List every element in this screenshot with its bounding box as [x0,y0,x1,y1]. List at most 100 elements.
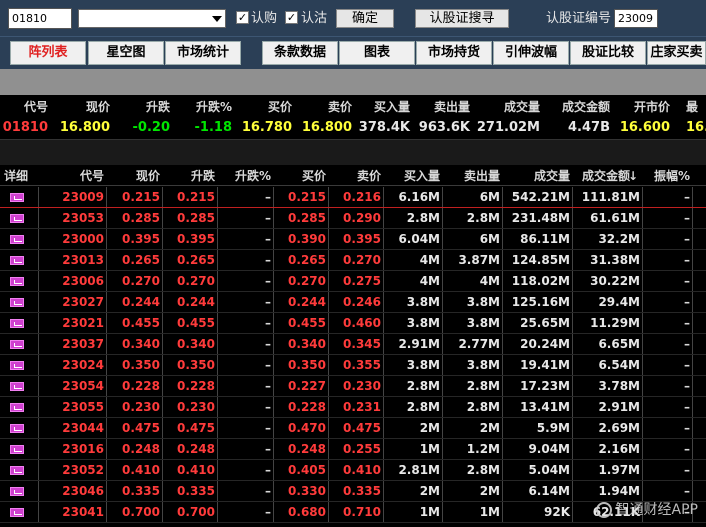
chart-detail-icon[interactable] [10,382,24,391]
table-row[interactable]: 23006 0.270 0.270 – 0.270 0.275 4M 4M 118.02M 30.… [0,271,706,292]
stock-code-input[interactable] [8,8,72,29]
cell-amp: – [684,463,690,477]
column-separator [38,250,39,270]
table-row[interactable]: 23013 0.265 0.265 – 0.265 0.270 4M 3.87M 124.85M… [0,250,706,271]
tab-market-holdings[interactable]: 市场持货 [416,41,492,65]
table-row[interactable]: 23055 0.230 0.230 – 0.228 0.231 2.8M 2.8M 13.41M… [0,397,706,418]
chart-detail-icon[interactable] [10,466,24,475]
table-row[interactable]: 23000 0.395 0.395 – 0.390 0.395 6.04M 6M 86.11M 3… [0,229,706,250]
tab-stock-warrant-compare[interactable]: 股证比较 [570,41,646,65]
column-separator [328,334,329,354]
cell-vol: 9.04M [528,442,570,456]
chart-detail-icon[interactable] [10,508,24,517]
cell-askv: 6M [479,190,500,204]
tab-market-stats[interactable]: 市场统计 [165,41,241,65]
tab-star-map[interactable]: 星空图 [88,41,164,65]
column-separator [383,334,384,354]
chart-detail-icon[interactable] [10,277,24,286]
tab-market-maker[interactable]: 庄家买卖 [647,41,706,65]
column-separator [502,439,503,459]
view-tab-bar: 阵列表 星空图 市场统计 条款数据 图表 市场持货 引伸波幅 股证比较 庄家买卖 [0,36,706,69]
cell-amt: 3.78M [598,379,640,393]
confirm-button[interactable]: 确定 [336,9,394,28]
column-separator [383,439,384,459]
cell-pct: – [265,484,271,498]
chart-detail-icon[interactable] [10,487,24,496]
chart-detail-icon[interactable] [10,340,24,349]
col-code[interactable]: 代号 [40,166,104,185]
column-separator [106,313,107,333]
table-row[interactable]: 23037 0.340 0.340 – 0.340 0.345 2.91M 2.77M 20.2… [0,334,706,355]
cell-amp: – [684,358,690,372]
cell-change: 0.215 [177,190,215,204]
cell-change: 0.410 [177,463,215,477]
table-row[interactable]: 23052 0.410 0.410 – 0.405 0.410 2.81M 2.8M 5.04M… [0,460,706,481]
chevron-down-icon[interactable] [212,16,222,22]
column-separator [642,418,643,438]
chart-detail-icon[interactable] [10,214,24,223]
col-bid-vol[interactable]: 买入量 [385,166,440,185]
column-separator [217,376,218,396]
chart-detail-icon[interactable] [10,424,24,433]
cell-price: 0.395 [122,232,160,246]
col-amplitude[interactable]: 振幅% [644,166,690,185]
col-volume[interactable]: 成交量 [504,166,570,185]
col-change: 升跌 [145,100,170,114]
column-separator [217,271,218,291]
table-row[interactable]: 23027 0.244 0.244 – 0.244 0.246 3.8M 3.8M 125.16… [0,292,706,313]
cell-pct: – [265,316,271,330]
tab-terms-data[interactable]: 条款数据 [262,41,338,65]
column-separator [572,460,573,480]
cell-bid: 0.227 [288,379,326,393]
column-separator [328,229,329,249]
underlying-summary-row[interactable]: 01810 16.800 -0.20 -1.18 16.780 16.800 3… [0,118,706,138]
cell-change: 0.475 [177,421,215,435]
table-row[interactable]: 23009 0.215 0.215 – 0.215 0.216 6.16M 6M 542.21M… [0,187,706,208]
tab-array-list[interactable]: 阵列表 [10,41,86,65]
col-bid[interactable]: 买价 [275,166,326,185]
chart-detail-icon[interactable] [10,298,24,307]
warrant-search-button[interactable]: 认股证搜寻 [415,9,509,28]
underlying-bid: 16.780 [241,120,292,135]
cell-change: 0.335 [177,484,215,498]
chart-detail-icon[interactable] [10,361,24,370]
column-separator [38,397,39,417]
col-price[interactable]: 现价 [108,166,160,185]
table-row[interactable]: 23044 0.475 0.475 – 0.470 0.475 2M 2M 5.9M 2.69M – [0,418,706,439]
cell-change: 0.455 [177,316,215,330]
table-row[interactable]: 23016 0.248 0.248 – 0.248 0.255 1M 1.2M 9.04M 2.1… [0,439,706,460]
tab-implied-volatility[interactable]: 引伸波幅 [493,41,569,65]
col-ask-vol[interactable]: 卖出量 [444,166,500,185]
warrant-code-input[interactable] [614,9,658,28]
chart-detail-icon[interactable] [10,256,24,265]
sort-desc-icon[interactable]: ↓ [628,166,640,185]
underlying-price: 16.800 [59,120,110,135]
put-checkbox[interactable]: ✓ [285,11,298,24]
table-row[interactable]: 23021 0.455 0.455 – 0.455 0.460 3.8M 3.8M 25.65M… [0,313,706,334]
table-row[interactable]: 23024 0.350 0.350 – 0.350 0.355 3.8M 3.8M 19.41M… [0,355,706,376]
chart-detail-icon[interactable] [10,193,24,202]
chart-detail-icon[interactable] [10,445,24,454]
chart-detail-icon[interactable] [10,319,24,328]
col-change-pct[interactable]: 升跌% [219,166,271,185]
column-separator [217,460,218,480]
tab-chart[interactable]: 图表 [339,41,415,65]
table-row[interactable]: 23054 0.228 0.228 – 0.227 0.230 2.8M 2.8M 17.23M… [0,376,706,397]
column-separator [572,292,573,312]
col-change[interactable]: 升跌 [164,166,215,185]
warrant-issuer-select[interactable] [78,9,226,28]
cell-bidv: 6.16M [398,190,440,204]
chart-detail-icon[interactable] [10,403,24,412]
col-turnover[interactable]: 成交金额 [574,166,630,185]
cell-code: 23054 [62,379,104,393]
chart-detail-icon[interactable] [10,235,24,244]
table-row[interactable]: 23053 0.285 0.285 – 0.285 0.290 2.8M 2.8M 231.48… [0,208,706,229]
cell-amp: – [684,295,690,309]
column-separator [273,355,274,375]
col-detail[interactable]: 详细 [4,166,36,185]
call-checkbox[interactable]: ✓ [236,11,249,24]
column-separator [106,292,107,312]
cell-amp: – [684,211,690,225]
col-ask[interactable]: 卖价 [330,166,381,185]
column-separator [383,355,384,375]
